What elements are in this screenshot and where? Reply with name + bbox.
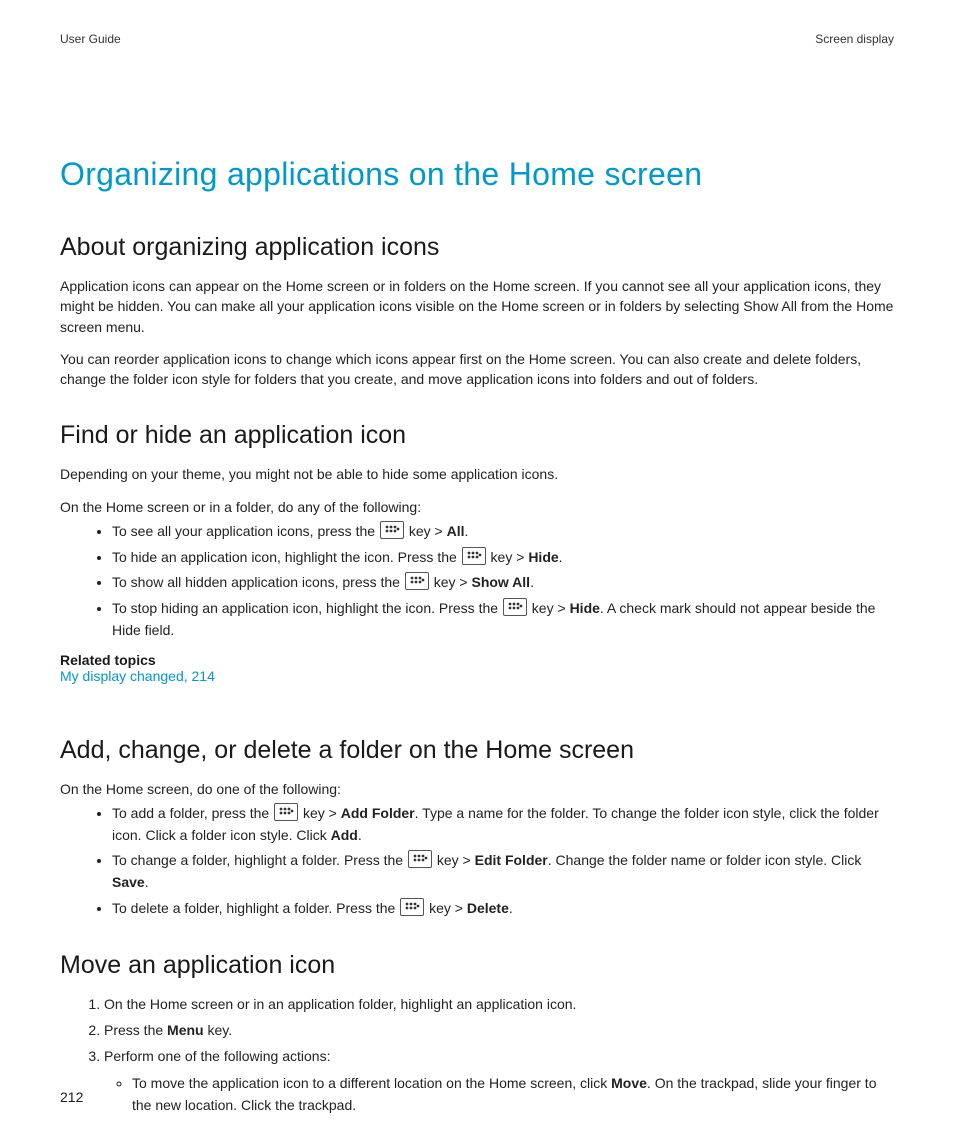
- body-text: On the Home screen or in a folder, do an…: [60, 497, 894, 517]
- body-text: Application icons can appear on the Home…: [60, 276, 894, 337]
- related-topic-link[interactable]: My display changed, 214: [60, 668, 215, 684]
- list-item: To change a folder, highlight a folder. …: [112, 850, 894, 893]
- section-heading: About organizing application icons: [60, 233, 894, 262]
- menu-key-icon: [405, 572, 429, 590]
- menu-key-icon: [408, 850, 432, 868]
- body-text: You can reorder application icons to cha…: [60, 349, 894, 390]
- section-heading: Find or hide an application icon: [60, 421, 894, 450]
- list-item: To see all your application icons, press…: [112, 521, 894, 543]
- body-text: On the Home screen, do one of the follow…: [60, 779, 894, 799]
- section-move-icon: Move an application icon On the Home scr…: [60, 951, 894, 1116]
- page-header: User Guide Screen display: [60, 32, 894, 46]
- menu-key-icon: [274, 803, 298, 821]
- list-item: To move the application icon to a differ…: [132, 1073, 894, 1116]
- page-number: 212: [60, 1089, 83, 1105]
- bullet-list: To add a folder, press the key > Add Fol…: [60, 803, 894, 919]
- list-item: To hide an application icon, highlight t…: [112, 547, 894, 569]
- header-right: Screen display: [815, 32, 894, 46]
- section-folders: Add, change, or delete a folder on the H…: [60, 736, 894, 920]
- numbered-list: On the Home screen or in an application …: [60, 994, 894, 1116]
- page: User Guide Screen display Organizing app…: [0, 0, 954, 1145]
- list-item: To stop hiding an application icon, high…: [112, 598, 894, 641]
- body-text: Depending on your theme, you might not b…: [60, 464, 894, 484]
- list-item: Press the Menu key.: [104, 1020, 894, 1042]
- page-title: Organizing applications on the Home scre…: [60, 156, 894, 193]
- menu-key-icon: [400, 898, 424, 916]
- list-item: To show all hidden application icons, pr…: [112, 572, 894, 594]
- list-item: On the Home screen or in an application …: [104, 994, 894, 1016]
- list-item: To delete a folder, highlight a folder. …: [112, 898, 894, 920]
- menu-key-icon: [503, 598, 527, 616]
- section-heading: Add, change, or delete a folder on the H…: [60, 736, 894, 765]
- list-item: Perform one of the following actions: To…: [104, 1046, 894, 1117]
- menu-key-icon: [462, 547, 486, 565]
- menu-key-icon: [380, 521, 404, 539]
- list-item: To add a folder, press the key > Add Fol…: [112, 803, 894, 846]
- bullet-list: To see all your application icons, press…: [60, 521, 894, 641]
- section-heading: Move an application icon: [60, 951, 894, 980]
- related-topics-label: Related topics: [60, 652, 894, 668]
- bullet-list: To move the application icon to a differ…: [104, 1073, 894, 1116]
- header-left: User Guide: [60, 32, 121, 46]
- section-find-hide: Find or hide an application icon Dependi…: [60, 421, 894, 703]
- section-about: About organizing application icons Appli…: [60, 233, 894, 389]
